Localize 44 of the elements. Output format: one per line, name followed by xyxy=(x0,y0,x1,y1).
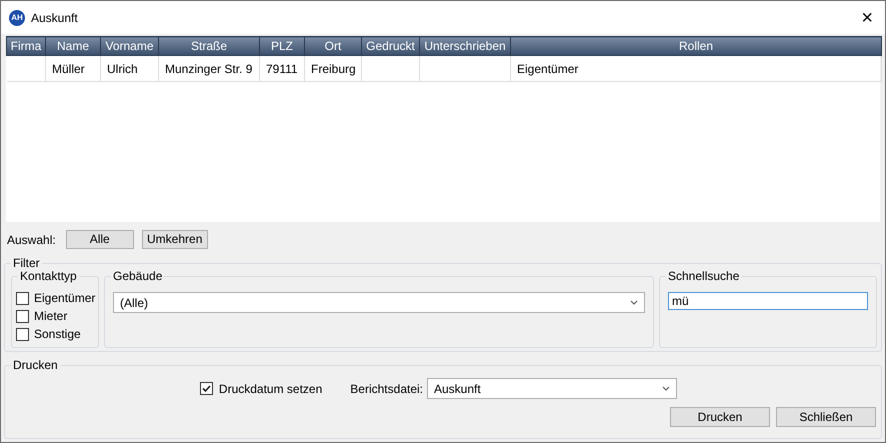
column-header[interactable]: Ort xyxy=(304,36,362,56)
column-header[interactable]: Firma xyxy=(6,36,46,56)
print-action-button[interactable]: Drucken xyxy=(670,407,770,427)
selection-button[interactable]: Alle xyxy=(66,230,134,249)
chevron-down-icon xyxy=(662,386,670,391)
dropdown-value: (Alle) xyxy=(120,294,148,312)
table-cell: Freiburg xyxy=(304,56,362,82)
checkbox[interactable] xyxy=(16,310,29,322)
table-cell: Ulrich xyxy=(100,56,158,82)
group-title: Filter xyxy=(11,256,42,270)
checkbox[interactable] xyxy=(16,328,29,340)
column-header[interactable]: Name xyxy=(46,36,100,56)
selection-label: Auswahl: xyxy=(7,232,56,248)
column-header[interactable]: Gedruckt xyxy=(362,36,420,56)
table-cell: Munzinger Str. 9 xyxy=(158,56,260,82)
search-field[interactable]: mü xyxy=(668,292,868,310)
close-button[interactable]: × xyxy=(857,8,877,28)
print-action-button[interactable]: Schließen xyxy=(776,407,876,427)
checkbox-label: Mieter xyxy=(34,308,68,325)
checkbox-label: Eigentümer xyxy=(34,290,96,307)
column-header[interactable]: Vorname xyxy=(100,36,158,56)
group-title: Schnellsuche xyxy=(666,269,742,283)
column-header[interactable]: Rollen xyxy=(510,36,882,56)
table-cell: Eigentümer xyxy=(510,56,882,82)
checkbox[interactable] xyxy=(200,382,213,395)
checkbox-label: Druckdatum setzen xyxy=(218,380,322,398)
table-cell: Müller xyxy=(46,56,100,82)
app-logo-icon: AH xyxy=(9,10,25,26)
column-header[interactable]: Straße xyxy=(158,36,260,56)
group-title: Gebäude xyxy=(111,269,164,283)
checkbox[interactable] xyxy=(16,292,29,304)
checkbox-label: Sonstige xyxy=(34,326,81,343)
window-title: Auskunft xyxy=(31,10,78,26)
report-file-dropdown[interactable]: Auskunft xyxy=(427,378,677,399)
dropdown-value: Auskunft xyxy=(434,380,481,398)
column-header[interactable]: PLZ xyxy=(260,36,304,56)
selection-button[interactable]: Umkehren xyxy=(142,230,208,249)
report-file-label: Berichtsdatei: xyxy=(350,380,423,398)
column-header[interactable]: Unterschrieben xyxy=(420,36,510,56)
group-title: Kontakttyp xyxy=(18,269,79,283)
group-title: Drucken xyxy=(11,358,60,372)
chevron-down-icon xyxy=(630,300,638,305)
building-dropdown[interactable]: (Alle) xyxy=(113,292,645,313)
table-cell: 79111 xyxy=(260,56,304,82)
